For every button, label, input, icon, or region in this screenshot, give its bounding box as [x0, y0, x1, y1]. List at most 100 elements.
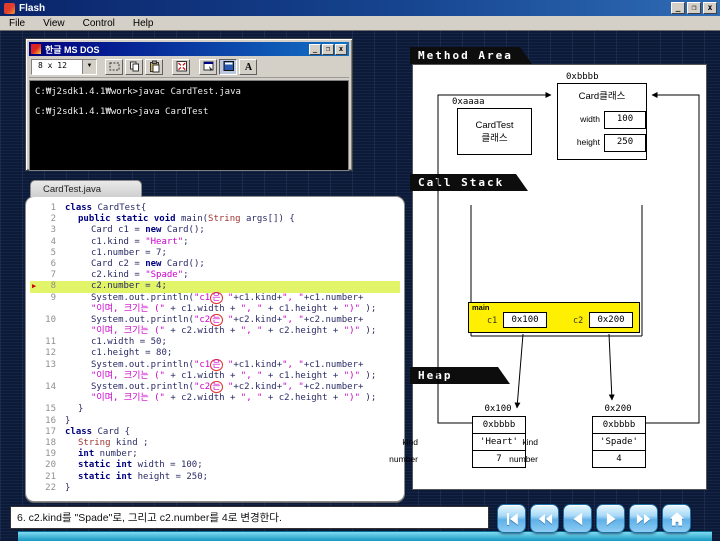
toolbar-fullscreen-button[interactable]: [172, 58, 190, 75]
code-line: 11 c1.width = 50;: [30, 337, 400, 348]
code-text: c2.number = 4;: [91, 281, 167, 292]
class-ref-cell: 0xbbbb: [593, 417, 645, 434]
nav-home-button[interactable]: [662, 504, 691, 533]
card-class-address: 0xbbbb: [566, 72, 599, 82]
method-area-header: Method Area: [410, 47, 532, 64]
code-text: System.out.println("c2 는 "+c2.kind+", "+c…: [91, 313, 364, 326]
flash-stage: 한글 MS DOS _ ❐ x 8 x 12 ▼ A C:₩j2sdk1.4.1…: [0, 30, 720, 541]
toolbar-paste-button[interactable]: [145, 58, 163, 75]
code-panel: 1 class CardTest{2 public static void main…: [25, 196, 405, 502]
code-text: c1.height = 80;: [91, 348, 173, 359]
line-number: 2: [50, 214, 56, 225]
code-text: }: [78, 404, 84, 415]
nav-play-button[interactable]: [596, 504, 625, 533]
toolbar-background-button[interactable]: [219, 58, 237, 75]
marquee-select-icon: [109, 62, 119, 71]
nav-rewind-button[interactable]: [530, 504, 559, 533]
dos-close-button[interactable]: x: [335, 43, 347, 55]
flash-app-icon: [4, 2, 15, 14]
first-icon: [506, 512, 518, 525]
dos-minimize-button[interactable]: _: [309, 43, 321, 55]
close-button[interactable]: x: [703, 2, 717, 14]
line-number: 5: [50, 247, 56, 258]
dos-title-bar[interactable]: 한글 MS DOS _ ❐ x: [29, 42, 349, 56]
var-value-c1: 0x100: [503, 312, 547, 328]
menu-item-file[interactable]: File: [0, 18, 34, 29]
background-icon: [223, 61, 234, 71]
paste-icon: [149, 60, 159, 73]
code-line: 6 Card c2 = new Card();: [30, 259, 400, 270]
console-line: C:₩j2sdk1.4.1₩work>java CardTest: [35, 107, 209, 117]
height-value: 250: [604, 134, 646, 152]
font-size-value: 8 x 12: [38, 60, 67, 70]
minimize-button[interactable]: _: [671, 2, 685, 14]
dos-window-title: 한글 MS DOS: [45, 44, 100, 55]
code-text: c2.kind = "Spade";: [91, 270, 189, 281]
line-number: 16: [45, 415, 56, 426]
line-number: 18: [45, 437, 56, 448]
card-class-box: Card클래스 width 100 height 250: [557, 83, 647, 160]
nav-previous-button[interactable]: [563, 504, 592, 533]
nav-first-button[interactable]: [497, 504, 526, 533]
code-line: 18 String kind ;: [30, 438, 400, 449]
line-number: 21: [45, 471, 56, 482]
code-text: Card c2 = new Card();: [91, 258, 205, 269]
forward-icon: [636, 513, 650, 524]
menu-item-control[interactable]: Control: [74, 18, 124, 29]
cardtest-class-name: CardTest: [475, 119, 514, 131]
code-text: String kind ;: [78, 437, 149, 448]
toolbar-copy-button[interactable]: [125, 58, 143, 75]
toolbar-marquee-select-button[interactable]: [105, 58, 123, 75]
line-number: 17: [45, 426, 56, 437]
copy-icon: [129, 61, 139, 72]
code-text: "이며, 크기는 (" + c1.width + ", " + c1.heigh…: [91, 303, 377, 314]
code-line: 12 c1.height = 80;: [30, 348, 400, 359]
code-text: }: [65, 415, 71, 426]
line-number: 6: [50, 258, 56, 269]
line-number: 8: [50, 281, 56, 292]
line-number: 15: [45, 404, 56, 415]
maximize-button[interactable]: ❐: [687, 2, 701, 14]
var-value-c2: 0x200: [589, 312, 633, 328]
field-label: kind: [522, 437, 538, 447]
code-text: }: [65, 482, 71, 493]
fullscreen-icon: [176, 61, 187, 72]
font-size-select[interactable]: 8 x 12 ▼: [31, 58, 97, 75]
code-line: 13 System.out.println("c1 은 "+c1.kind+", "…: [30, 358, 400, 371]
window-title: Flash: [19, 2, 46, 14]
code-line: 7 c2.kind = "Spade";: [30, 270, 400, 281]
field-label: kind: [402, 437, 418, 447]
cardtest-class-name-kr: 클래스: [481, 132, 508, 144]
menu-item-view[interactable]: View: [34, 18, 74, 29]
play-icon: [606, 512, 616, 525]
title-bar: Flash _ ❐ x: [0, 0, 720, 16]
code-line: 5 c1.number = 7;: [30, 248, 400, 259]
previous-icon: [572, 512, 582, 525]
line-number: [30, 371, 65, 382]
rewind-icon: [538, 513, 552, 524]
toolbar-properties-button[interactable]: [199, 58, 217, 75]
status-caption: 6. c2.kind를 "Spade"로, 그리고 c2.number를 4로 …: [10, 506, 489, 529]
number-cell: 4: [616, 454, 622, 464]
cardtest-class-address: 0xaaaa: [452, 97, 485, 107]
dos-console[interactable]: C:₩j2sdk1.4.1₩work>javac CardTest.java C:…: [29, 80, 349, 171]
font-icon: A: [244, 62, 252, 73]
menu-item-help[interactable]: Help: [124, 18, 163, 29]
console-line: C:₩j2sdk1.4.1₩work>javac CardTest.java: [35, 87, 241, 97]
line-number: 11: [45, 337, 56, 348]
toolbar-font-button[interactable]: A: [239, 58, 257, 75]
nav-controls: [497, 504, 691, 533]
line-number: 13: [45, 359, 56, 370]
chevron-down-icon[interactable]: ▼: [82, 59, 96, 74]
line-number: [30, 326, 65, 337]
dos-restore-button[interactable]: ❐: [322, 43, 334, 55]
tab-cardtest-java[interactable]: CardTest.java: [30, 180, 142, 197]
code-line: 19 int number;: [30, 449, 400, 460]
object-address: 0x100: [484, 404, 512, 414]
nav-forward-button[interactable]: [629, 504, 658, 533]
code-line: 22}: [30, 483, 400, 494]
line-number: 3: [50, 225, 56, 236]
card-class-name: Card클래스: [578, 91, 626, 102]
code-text: class CardTest{: [65, 203, 147, 213]
code-line: 2 public static void main(String args[]) …: [30, 214, 400, 225]
